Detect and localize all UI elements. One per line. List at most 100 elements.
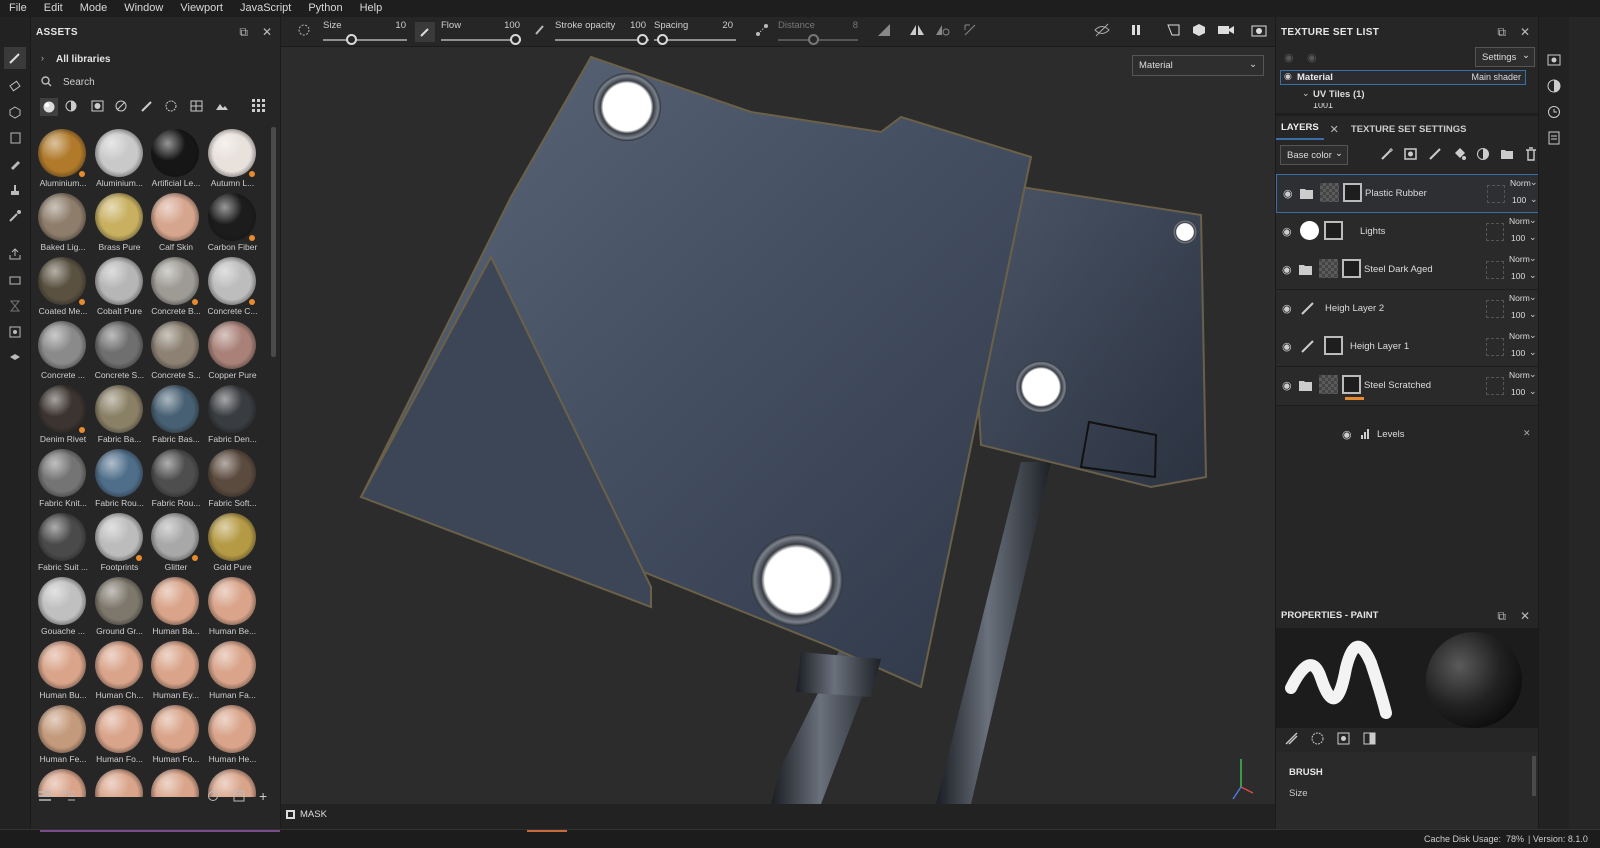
asset-tile[interactable]: Fabric Den... xyxy=(205,383,261,447)
render-icon[interactable] xyxy=(4,321,26,343)
asset-tile[interactable]: Coated Me... xyxy=(35,255,91,319)
layer-mask-slot[interactable] xyxy=(1486,261,1504,279)
asset-tile[interactable]: Gold Pure xyxy=(205,511,261,575)
layer-name[interactable]: Steel Dark Aged xyxy=(1364,264,1433,275)
chevron-right-icon[interactable]: › xyxy=(41,53,44,63)
add-folder-icon[interactable] xyxy=(1500,147,1514,164)
blend-mode-dropdown[interactable]: Norm xyxy=(1509,331,1530,341)
blend-mode-dropdown[interactable]: Norm xyxy=(1509,293,1530,303)
mask-thumbnail[interactable] xyxy=(1342,374,1361,394)
texture-set-material[interactable]: ◉ Material Main shader xyxy=(1280,70,1526,85)
asset-tile[interactable]: Aluminium... xyxy=(35,127,91,191)
layer-row[interactable]: ◉ Steel Dark Aged Norm ⌄ 100 ⌄ xyxy=(1276,251,1539,290)
pen-pressure-icon[interactable] xyxy=(415,22,435,42)
asset-tile[interactable]: Fabric Rou... xyxy=(148,447,204,511)
asset-tile[interactable]: Autumn L... xyxy=(205,127,261,191)
asset-tile[interactable]: Human He... xyxy=(205,703,261,767)
mirror-icon[interactable] xyxy=(909,23,925,40)
delete-layer-icon[interactable] xyxy=(1524,147,1538,164)
stroke-opacity-knob[interactable] xyxy=(637,34,648,45)
3d-viewport[interactable]: Material ⌄ xyxy=(281,47,1275,804)
asset-tile[interactable]: Human Ey... xyxy=(148,639,204,703)
filter-particles-icon[interactable] xyxy=(165,100,183,115)
menu-mode[interactable]: Mode xyxy=(71,0,116,17)
asset-tile[interactable]: Calf Skin xyxy=(148,191,204,255)
asset-tile[interactable]: Gouache ... xyxy=(35,575,91,639)
alpha-tab-icon[interactable] xyxy=(1311,732,1324,748)
close-icon[interactable]: ✕ xyxy=(1520,25,1530,40)
viewport-mode-select[interactable]: Material ⌄ xyxy=(1132,55,1264,76)
layer-row[interactable]: ◉ Heigh Layer 1 Norm ⌄ 100 ⌄ xyxy=(1276,328,1539,367)
asset-tile[interactable]: Concrete C... xyxy=(205,255,261,319)
asset-tile[interactable]: Concrete B... xyxy=(148,255,204,319)
asset-tile[interactable]: Human Be... xyxy=(205,575,261,639)
export-icon[interactable] xyxy=(4,243,26,265)
menu-python[interactable]: Python xyxy=(299,0,350,17)
asset-tile[interactable]: Concrete S... xyxy=(148,319,204,383)
layer-opacity[interactable]: 100 xyxy=(1511,310,1525,320)
close-icon[interactable]: ✕ xyxy=(1324,123,1345,136)
close-icon[interactable]: ✕ xyxy=(262,25,272,40)
screenshot-icon[interactable] xyxy=(1251,23,1267,40)
layer-name[interactable]: Lights xyxy=(1360,226,1385,237)
channel-dropdown[interactable]: Base color ⌄ xyxy=(1280,145,1348,165)
add-effect-icon[interactable] xyxy=(1380,147,1394,164)
flow-slider[interactable] xyxy=(441,39,521,41)
close-icon[interactable]: ✕ xyxy=(1520,609,1530,624)
asset-tile[interactable]: Footprints xyxy=(92,511,148,575)
asset-tile[interactable]: Baked Lig... xyxy=(35,191,91,255)
display-icon[interactable] xyxy=(1543,75,1565,97)
add-paint-layer-icon[interactable] xyxy=(1428,147,1442,164)
layer-mask-slot[interactable] xyxy=(1486,338,1504,356)
hide-icon[interactable] xyxy=(1094,23,1110,40)
layer-opacity[interactable]: 100 xyxy=(1511,271,1525,281)
filter-textures-icon[interactable] xyxy=(190,100,208,115)
asset-tile[interactable]: Fabric Soft... xyxy=(205,447,261,511)
paint-brush-icon[interactable] xyxy=(4,47,26,69)
asset-tile[interactable]: Concrete ... xyxy=(35,319,91,383)
detail-view-icon[interactable] xyxy=(62,790,76,805)
folder-icon[interactable] xyxy=(1299,264,1312,278)
spacing-value[interactable]: 20 xyxy=(703,20,733,31)
layer-mask-slot[interactable] xyxy=(1486,376,1504,395)
menu-edit[interactable]: Edit xyxy=(35,0,71,17)
projection-icon[interactable] xyxy=(4,101,26,123)
asset-tile[interactable]: Fabric Bas... xyxy=(148,383,204,447)
mirror-settings-icon[interactable] xyxy=(935,23,951,40)
brush-tab-icon[interactable] xyxy=(1285,732,1298,748)
eye-icon[interactable]: ◉ xyxy=(1283,187,1293,200)
filter-environments-icon[interactable] xyxy=(215,100,233,115)
material-tab-icon[interactable] xyxy=(1363,732,1376,748)
asset-tile[interactable]: Artificial Le... xyxy=(148,127,204,191)
transform-icon[interactable] xyxy=(963,23,977,40)
asset-tile[interactable]: Human Ch... xyxy=(92,639,148,703)
layer-opacity[interactable]: 100 xyxy=(1512,195,1526,205)
eye-icon[interactable]: ◉ xyxy=(1282,340,1292,353)
clone-stamp-icon[interactable] xyxy=(4,179,26,201)
new-window-icon[interactable] xyxy=(233,790,245,805)
add-fill-layer-icon[interactable] xyxy=(1452,147,1466,164)
layer-opacity[interactable]: 100 xyxy=(1511,233,1525,243)
close-icon[interactable]: ✕ xyxy=(1523,428,1531,439)
lazy-mouse-icon[interactable] xyxy=(755,23,769,40)
float-panel-icon[interactable]: ⧉ xyxy=(1497,25,1506,40)
filter-brushes-icon[interactable] xyxy=(140,100,158,115)
eye-icon[interactable]: ◉ xyxy=(1307,51,1317,64)
float-panel-icon[interactable]: ⧉ xyxy=(1497,609,1506,624)
layer-opacity[interactable]: 100 xyxy=(1511,348,1525,358)
folder-icon[interactable] xyxy=(1300,188,1313,202)
filter-filters-icon[interactable] xyxy=(115,100,133,115)
camera-icon[interactable] xyxy=(1217,23,1235,40)
stroke-opacity-value[interactable]: 100 xyxy=(616,20,646,31)
settings-dropdown[interactable]: Settings ⌄ xyxy=(1475,47,1535,67)
layer-effect-levels[interactable]: ◉ Levels ✕ xyxy=(1276,425,1539,445)
uv-tile-id[interactable]: 1001 xyxy=(1313,103,1333,110)
chevron-down-icon[interactable]: ⌄ xyxy=(1302,88,1310,99)
layer-mask-slot[interactable] xyxy=(1486,222,1504,241)
asset-tile[interactable]: Fabric Rou... xyxy=(92,447,148,511)
size-value[interactable]: 10 xyxy=(376,20,406,31)
menu-viewport[interactable]: Viewport xyxy=(171,0,231,17)
filter-smart-materials-icon[interactable] xyxy=(65,100,83,115)
eye-icon[interactable]: ◉ xyxy=(1284,71,1292,82)
mask-thumbnail[interactable] xyxy=(1342,259,1361,278)
